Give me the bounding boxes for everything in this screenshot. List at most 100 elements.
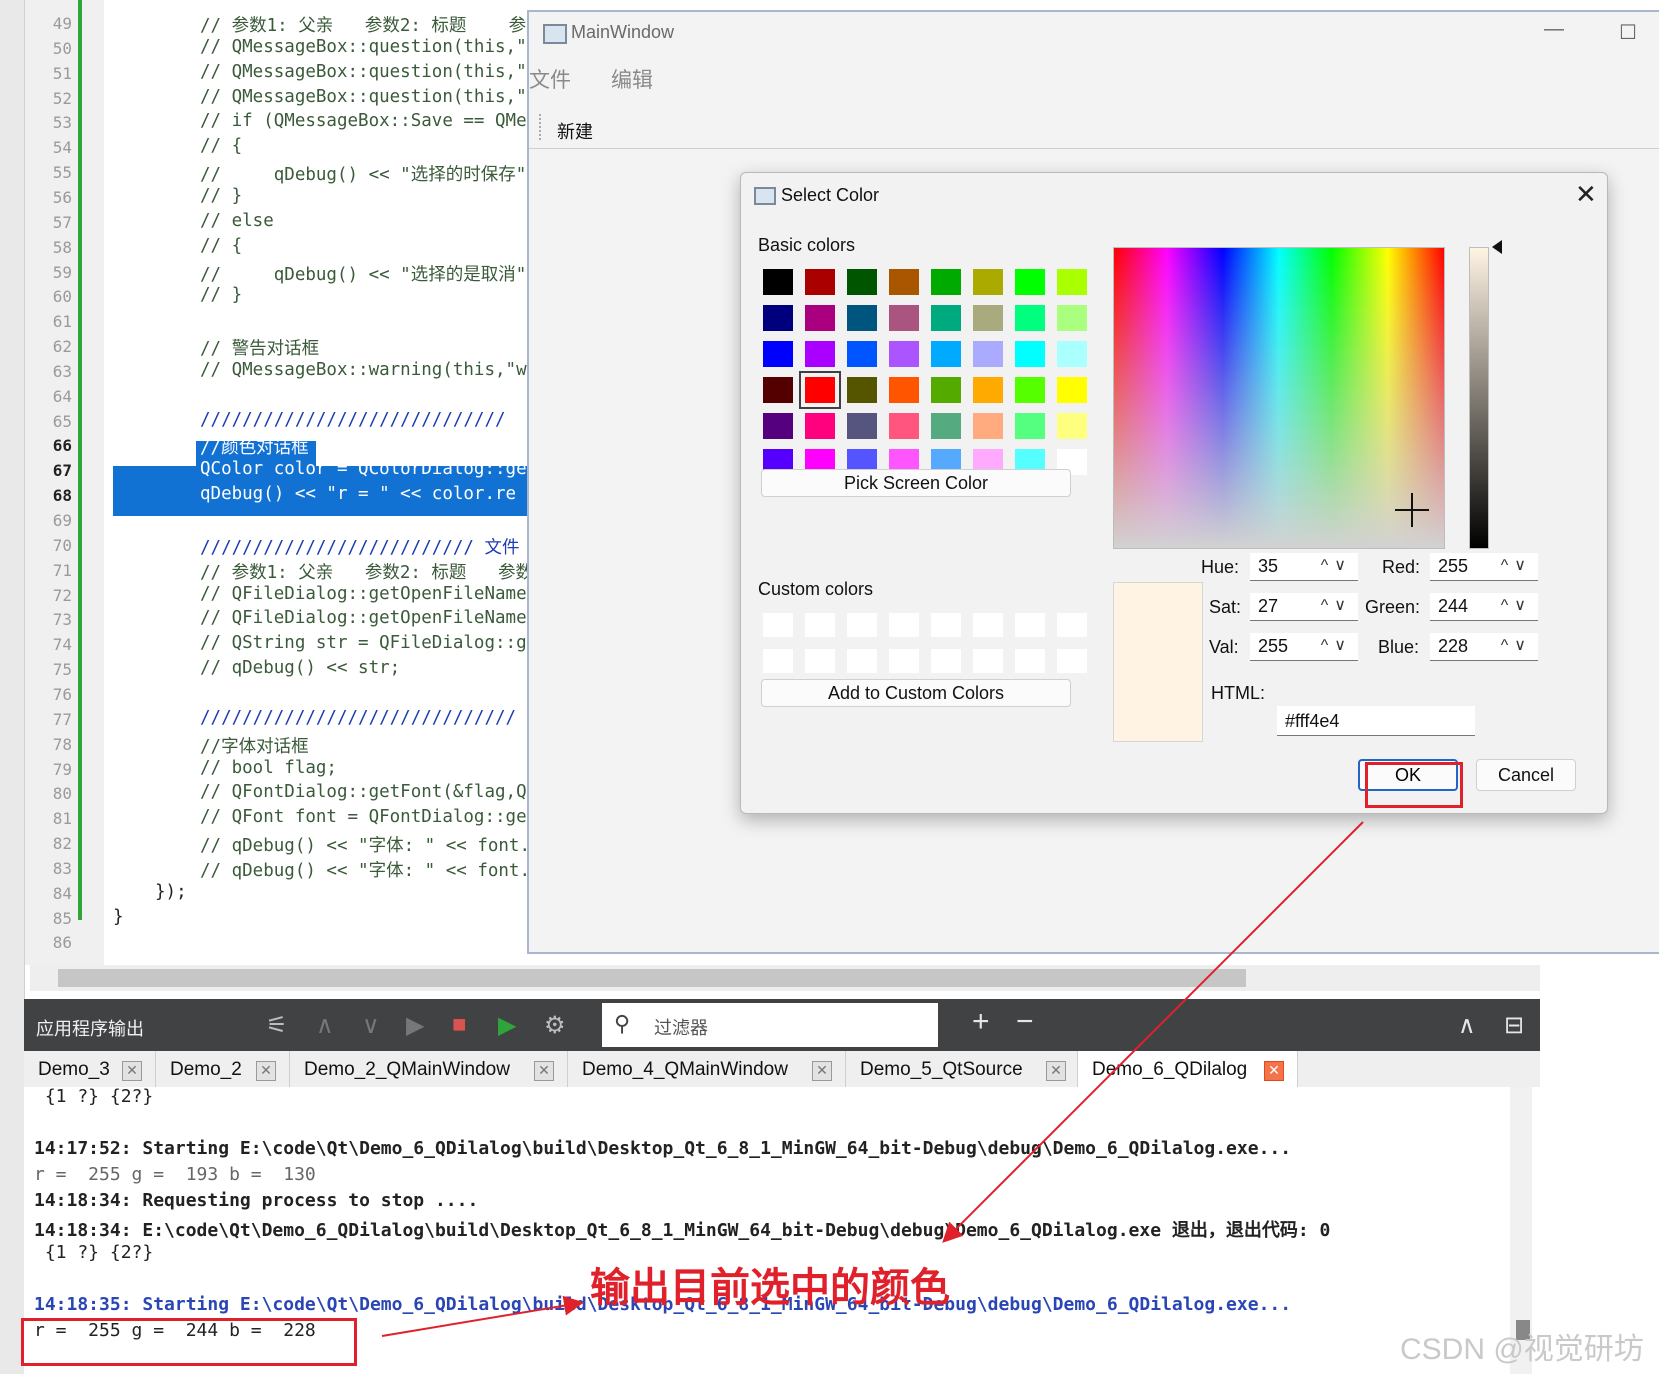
basic-color-swatch[interactable] <box>889 269 919 295</box>
cancel-button[interactable]: Cancel <box>1476 759 1576 791</box>
menu-file[interactable]: 文件 <box>529 64 571 94</box>
basic-color-swatch[interactable] <box>973 305 1003 331</box>
blue-spinbox[interactable]: 228 ^∨ <box>1430 633 1538 661</box>
clear-output-icon[interactable]: ⚟ <box>266 1011 288 1040</box>
basic-color-swatch[interactable] <box>1057 377 1087 403</box>
basic-color-swatch[interactable] <box>805 413 835 439</box>
basic-color-swatch[interactable] <box>1015 341 1045 367</box>
close-icon[interactable]: ✕ <box>1575 179 1597 210</box>
basic-color-swatch[interactable] <box>1015 413 1045 439</box>
tab-demo-2[interactable]: Demo_2 ✕ <box>156 1051 290 1087</box>
basic-color-swatch[interactable] <box>805 269 835 295</box>
custom-color-swatch[interactable] <box>805 613 835 637</box>
close-icon[interactable]: ✕ <box>534 1061 554 1081</box>
custom-color-swatch[interactable] <box>931 613 961 637</box>
basic-color-swatch[interactable] <box>973 341 1003 367</box>
close-pane-icon[interactable]: ⊟ <box>1504 1011 1524 1040</box>
basic-color-swatch[interactable] <box>805 341 835 367</box>
basic-color-swatch[interactable] <box>931 305 961 331</box>
basic-color-swatch[interactable] <box>1057 413 1087 439</box>
chevron-up-icon[interactable]: ∧ <box>316 1011 334 1040</box>
tab-demo-3[interactable]: Demo_3 ✕ <box>24 1051 156 1087</box>
basic-color-swatch[interactable] <box>1057 305 1087 331</box>
menu-edit[interactable]: 编辑 <box>611 64 653 94</box>
html-color-field[interactable]: #fff4e4 <box>1277 706 1475 736</box>
val-spinbox[interactable]: 255 ^∨ <box>1250 633 1358 661</box>
basic-color-swatch[interactable] <box>799 371 841 409</box>
custom-color-swatch[interactable] <box>847 649 877 673</box>
toolbar-new-action[interactable]: 新建 <box>557 118 593 144</box>
basic-color-swatch[interactable] <box>763 305 793 331</box>
basic-color-swatch[interactable] <box>889 377 919 403</box>
toolbar-grip[interactable] <box>539 114 544 140</box>
basic-color-swatch[interactable] <box>763 377 793 403</box>
basic-color-swatch[interactable] <box>889 413 919 439</box>
basic-color-swatch[interactable] <box>847 377 877 403</box>
basic-color-swatch[interactable] <box>847 269 877 295</box>
basic-color-swatch[interactable] <box>763 413 793 439</box>
basic-color-swatch[interactable] <box>805 305 835 331</box>
zoom-in-icon[interactable]: + <box>972 1005 990 1039</box>
spin-arrows-icon[interactable]: ^∨ <box>1321 555 1352 575</box>
value-slider-arrow-icon[interactable] <box>1492 240 1502 254</box>
basic-color-swatch[interactable] <box>1015 377 1045 403</box>
basic-color-swatch[interactable] <box>763 269 793 295</box>
custom-color-swatch[interactable] <box>805 649 835 673</box>
basic-color-swatch[interactable] <box>889 341 919 367</box>
close-icon[interactable]: ✕ <box>1046 1061 1066 1081</box>
basic-color-swatch[interactable] <box>763 341 793 367</box>
custom-color-swatch[interactable] <box>889 649 919 673</box>
basic-color-swatch[interactable] <box>847 341 877 367</box>
custom-color-swatch[interactable] <box>763 613 793 637</box>
chevron-down-icon[interactable]: ∨ <box>362 1011 380 1040</box>
basic-color-swatch[interactable] <box>1015 269 1045 295</box>
spin-arrows-icon[interactable]: ^∨ <box>1501 635 1532 655</box>
basic-color-swatch[interactable] <box>973 377 1003 403</box>
basic-color-swatch[interactable] <box>931 413 961 439</box>
spin-arrows-icon[interactable]: ^∨ <box>1501 595 1532 615</box>
tab-demo-2-qmainwindow[interactable]: Demo_2_QMainWindow ✕ <box>290 1051 568 1087</box>
pick-screen-color-button[interactable]: Pick Screen Color <box>761 469 1071 497</box>
add-to-custom-colors-button[interactable]: Add to Custom Colors <box>761 679 1071 707</box>
spin-arrows-icon[interactable]: ^∨ <box>1321 595 1352 615</box>
custom-color-swatch[interactable] <box>1015 649 1045 673</box>
zoom-out-icon[interactable]: − <box>1016 1005 1034 1039</box>
close-icon[interactable]: ✕ <box>812 1061 832 1081</box>
horizontal-scrollbar-thumb[interactable] <box>58 969 1246 987</box>
main-window-titlebar[interactable]: MainWindow — ☐ <box>529 12 1659 52</box>
tab-demo-4-qmainwindow[interactable]: Demo_4_QMainWindow ✕ <box>568 1051 846 1087</box>
debug-run-icon[interactable]: ▶ <box>498 1011 516 1040</box>
basic-color-swatch[interactable] <box>931 269 961 295</box>
value-slider[interactable] <box>1469 247 1489 549</box>
sat-spinbox[interactable]: 27 ^∨ <box>1250 593 1358 621</box>
hue-spinbox[interactable]: 35 ^∨ <box>1250 553 1358 581</box>
custom-color-swatch[interactable] <box>1015 613 1045 637</box>
custom-color-swatch[interactable] <box>973 649 1003 673</box>
minimize-icon[interactable]: — <box>1539 18 1569 42</box>
custom-color-swatch[interactable] <box>931 649 961 673</box>
basic-color-swatch[interactable] <box>931 341 961 367</box>
spin-arrows-icon[interactable]: ^∨ <box>1321 635 1352 655</box>
basic-color-swatch[interactable] <box>973 269 1003 295</box>
custom-color-swatch[interactable] <box>763 649 793 673</box>
custom-color-swatch[interactable] <box>973 613 1003 637</box>
basic-color-swatch[interactable] <box>847 413 877 439</box>
basic-color-swatch[interactable] <box>973 413 1003 439</box>
close-icon[interactable]: ✕ <box>122 1061 142 1081</box>
tab-demo-5-qtsource[interactable]: Demo_5_QtSource ✕ <box>846 1051 1078 1087</box>
basic-color-swatch[interactable] <box>847 305 877 331</box>
custom-color-swatch[interactable] <box>1057 613 1087 637</box>
maximize-icon[interactable]: ☐ <box>1613 20 1643 44</box>
spin-arrows-icon[interactable]: ^∨ <box>1501 555 1532 575</box>
tab-demo-6-qdilalog[interactable]: Demo_6_QDilalog ✕ <box>1078 1051 1298 1087</box>
basic-color-swatch[interactable] <box>1057 269 1087 295</box>
close-icon[interactable]: ✕ <box>1264 1061 1284 1081</box>
hue-saturation-spectrum[interactable] <box>1113 247 1445 549</box>
basic-color-swatch[interactable] <box>1057 341 1087 367</box>
run-icon[interactable]: ▶ <box>406 1011 424 1040</box>
chevron-up-icon[interactable]: ∧ <box>1458 1011 1476 1040</box>
custom-color-swatch[interactable] <box>889 613 919 637</box>
close-icon[interactable]: ✕ <box>256 1061 276 1081</box>
basic-color-swatch[interactable] <box>1015 305 1045 331</box>
stop-icon[interactable]: ■ <box>452 1011 467 1039</box>
